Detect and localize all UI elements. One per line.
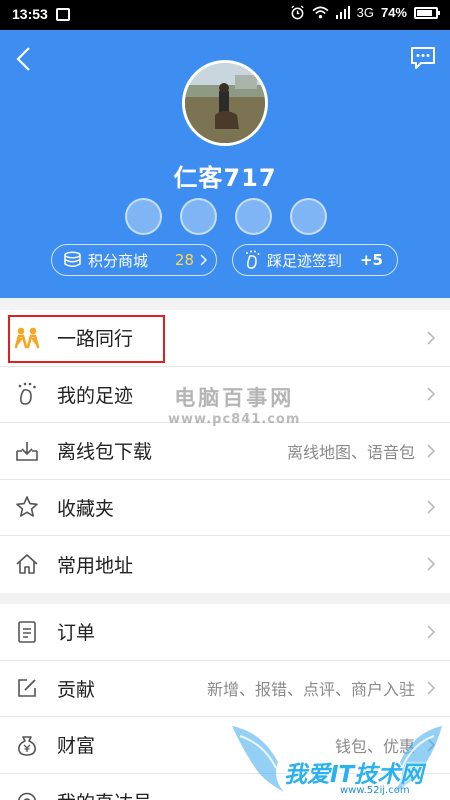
pc841-watermark: 电脑百事网 www.pc841.com — [168, 382, 300, 427]
wifi-icon — [312, 6, 329, 19]
battery-icon — [414, 6, 440, 19]
menu-item-label: 我的直达号 — [57, 788, 152, 800]
download-tray-icon — [14, 438, 40, 464]
checkin-points: +5 — [359, 251, 383, 269]
chevron-right-icon — [427, 387, 436, 401]
chevron-right-icon — [427, 500, 436, 514]
vest-badge-icon[interactable] — [180, 198, 217, 235]
message-icon[interactable] — [410, 46, 436, 70]
username: 仁客717 — [173, 164, 277, 192]
menu-item-offline-download[interactable]: 离线包下载 离线地图、语音包 — [0, 423, 450, 480]
menu-item-detail: 新增、报错、点评、商户入驻 — [206, 680, 415, 700]
menu-item-contribution[interactable]: 贡献 新增、报错、点评、商户入驻 — [0, 661, 450, 717]
points-value: 28 — [174, 251, 194, 269]
target-icon — [14, 789, 40, 800]
battery-percent: 74% — [380, 5, 407, 20]
status-bar: 13:53 3G 74% — [0, 0, 450, 30]
chevron-right-icon — [427, 625, 436, 639]
status-indicators: 3G 74% — [290, 5, 440, 20]
menu-item-label: 财富 — [57, 735, 96, 758]
menu-item-label: 常用地址 — [57, 554, 134, 577]
menu-item-travel-together[interactable]: 一路同行 — [0, 310, 450, 367]
money-bag-icon — [14, 732, 40, 758]
menu-item-label: 收藏夹 — [57, 497, 115, 520]
chevron-right-icon — [427, 557, 436, 571]
watermark-url: www.pc841.com — [168, 412, 301, 427]
menu-item-detail: 离线地图、语音包 — [286, 442, 415, 462]
footprint-icon — [244, 250, 261, 270]
map-badge-icon[interactable] — [290, 198, 327, 235]
screenshot-icon — [56, 8, 70, 21]
watermark-url: www.52ij.com — [340, 785, 410, 796]
home-icon — [14, 551, 40, 577]
back-icon[interactable] — [14, 46, 34, 72]
avatar[interactable] — [182, 60, 268, 146]
menu-item-favorites[interactable]: 收藏夹 — [0, 480, 450, 536]
chevron-right-icon — [427, 331, 436, 345]
signal-icon — [335, 6, 350, 19]
chevron-right-icon — [200, 254, 207, 266]
status-time: 13:53 — [12, 6, 48, 22]
points-mall-button[interactable]: 积分商城 28 — [51, 244, 217, 276]
footprint-checkin-button[interactable]: 踩足迹签到 +5 — [232, 244, 398, 276]
highlight-annotation — [8, 315, 165, 363]
watermark-title: 我爱IT技术网 — [284, 762, 424, 788]
coins-icon — [63, 251, 82, 269]
points-mall-label: 积分商城 — [88, 251, 149, 270]
watermark-title: 电脑百事网 — [174, 386, 295, 410]
chevron-right-icon — [427, 681, 436, 695]
avatar-photo — [185, 63, 265, 143]
menu-item-label: 离线包下载 — [57, 441, 153, 464]
edit-icon — [14, 675, 40, 701]
network-type: 3G — [356, 5, 374, 20]
order-icon — [14, 619, 40, 645]
pen-badge-icon[interactable] — [235, 198, 272, 235]
checkin-label: 踩足迹签到 — [267, 251, 343, 270]
menu-item-orders[interactable]: 订单 — [0, 604, 450, 661]
badge-row — [125, 198, 327, 235]
menu-section-main: 一路同行 我的足迹 离线包下载 离线地图、语音包 收藏夹 常用地址 — [0, 310, 450, 593]
menu-item-label: 订单 — [57, 622, 96, 645]
star-icon — [14, 494, 40, 520]
menu-item-common-address[interactable]: 常用地址 — [0, 536, 450, 593]
chevron-right-icon — [427, 444, 436, 458]
52ij-watermark: 我爱IT技术网 www.52ij.com — [232, 722, 447, 800]
profile-header: 仁客717 积分商城 28 踩足迹签到 +5 — [0, 30, 450, 298]
menu-item-label: 贡献 — [57, 678, 96, 701]
alarm-icon — [291, 5, 304, 20]
traveler-badge-icon[interactable] — [125, 198, 162, 235]
footprint-icon — [14, 381, 40, 407]
menu-item-label: 我的足迹 — [57, 384, 134, 407]
